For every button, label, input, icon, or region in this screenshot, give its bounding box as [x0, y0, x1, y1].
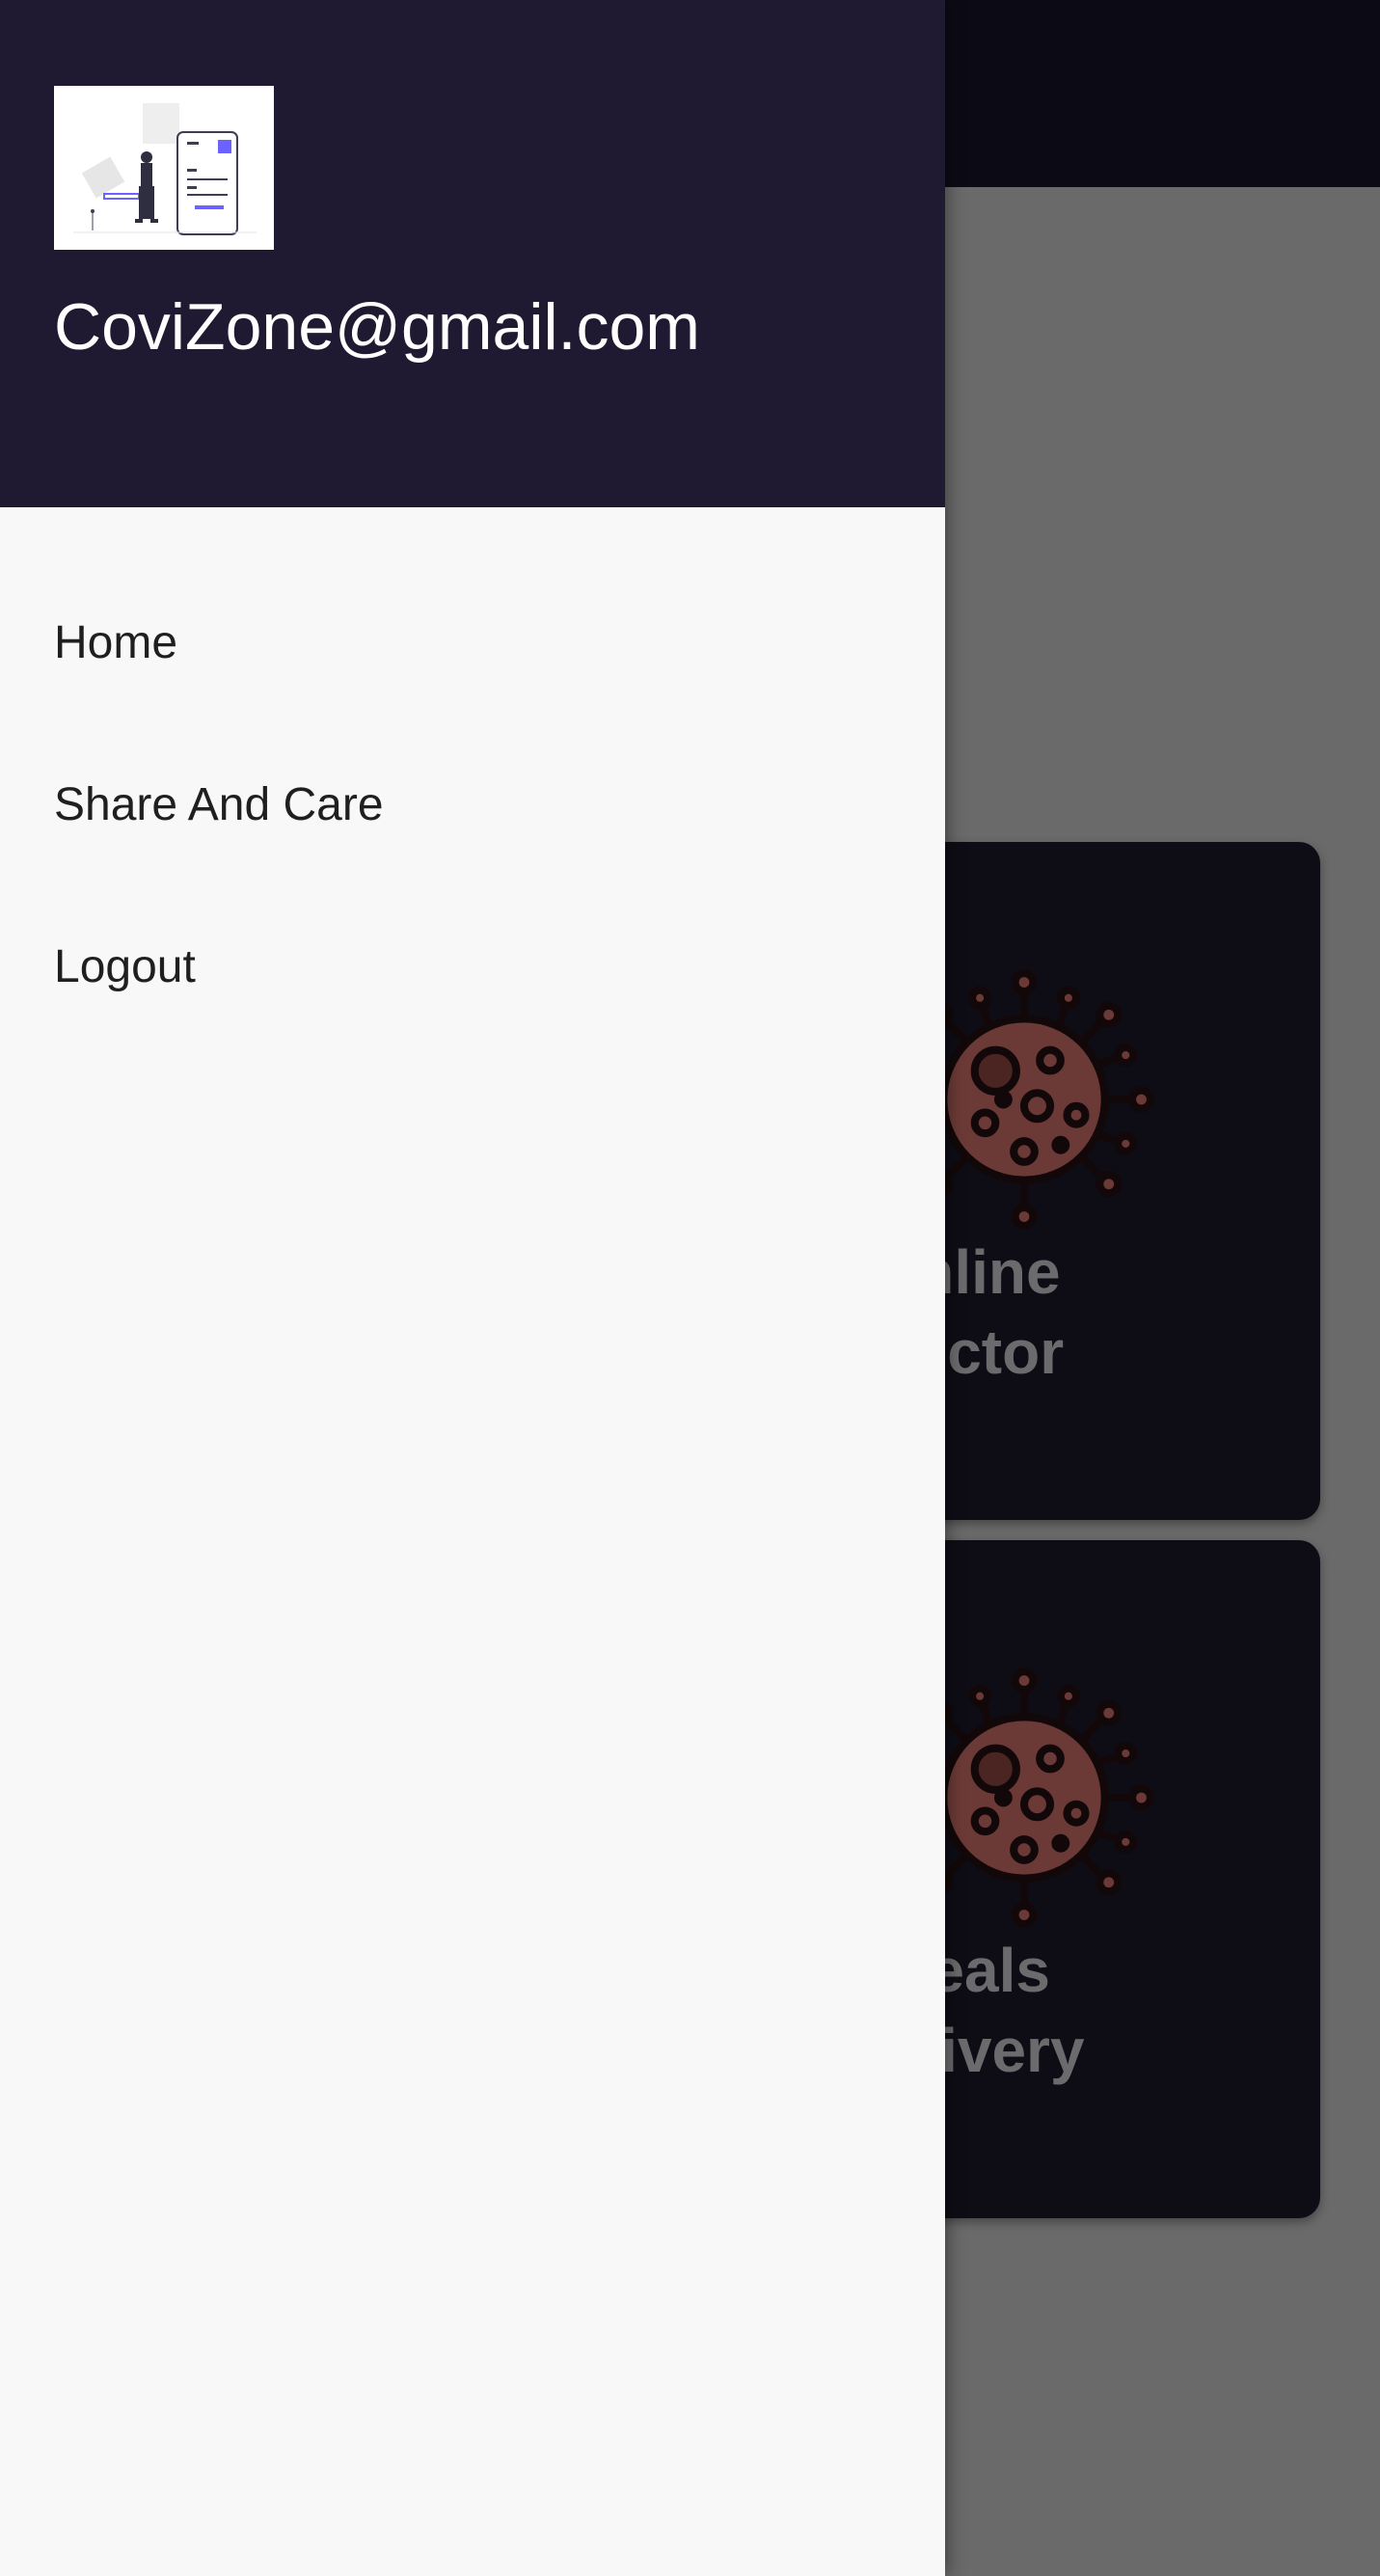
avatar — [54, 86, 274, 250]
drawer-menu: Home Share And Care Logout — [0, 507, 945, 1047]
menu-item-home[interactable]: Home — [0, 561, 945, 723]
navigation-drawer: CoviZone@gmail.com Home Share And Care L… — [0, 0, 945, 2576]
menu-item-logout[interactable]: Logout — [0, 885, 945, 1047]
menu-item-share-and-care[interactable]: Share And Care — [0, 723, 945, 885]
drawer-header: CoviZone@gmail.com — [0, 0, 945, 507]
profile-illustration-icon — [73, 103, 257, 235]
user-email: CoviZone@gmail.com — [54, 290, 700, 364]
